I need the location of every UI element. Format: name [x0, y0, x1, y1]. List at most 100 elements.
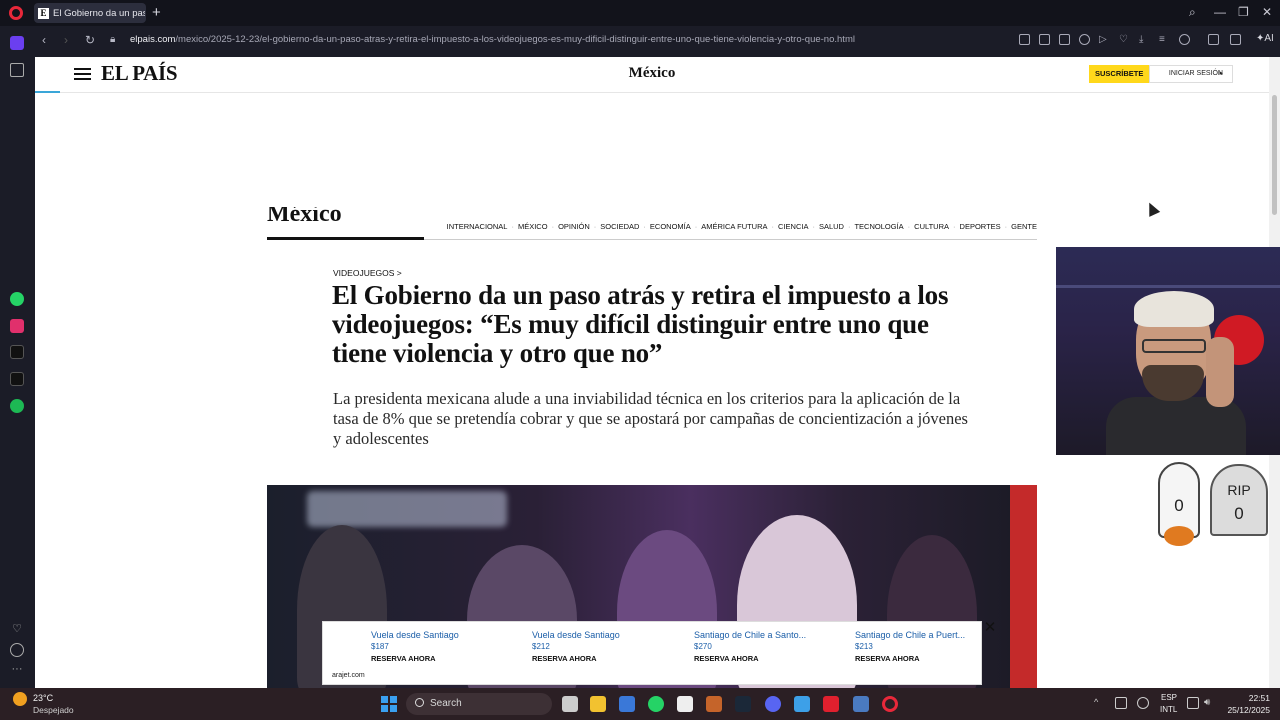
ad-item-cta[interactable]: RESERVA AHORA — [532, 654, 682, 663]
ad-source[interactable]: arajet.com — [332, 672, 365, 679]
aria-ai-button[interactable]: ✦AI — [1256, 33, 1274, 44]
ai-label: AI — [1264, 33, 1274, 44]
tray-sync-icon[interactable] — [1115, 697, 1127, 709]
new-tab-plus-icon[interactable]: + — [152, 5, 161, 20]
browser-tab[interactable]: E El Gobierno da un paso atrás — [34, 3, 146, 23]
taskbar-search[interactable]: Search — [406, 693, 552, 715]
section-nav-item[interactable]: ECONOMÍA — [650, 222, 691, 231]
tray-language[interactable]: ESP — [1161, 693, 1177, 702]
section-nav-item[interactable]: CIENCIA — [778, 222, 808, 231]
edit-icon[interactable] — [1039, 34, 1050, 45]
whatsapp-taskbar-icon[interactable] — [648, 696, 664, 712]
section-nav-item[interactable]: OPINIÓN — [558, 222, 590, 231]
ad-item[interactable]: Santiago de Chile a Santo... $270 RESERV… — [694, 630, 814, 663]
media-player-icon[interactable] — [823, 696, 839, 712]
paint-icon[interactable] — [794, 696, 810, 712]
app-icon[interactable] — [706, 696, 722, 712]
tray-expand-icon[interactable]: ^ — [1094, 697, 1106, 709]
ad-item-cta[interactable]: RESERVA AHORA — [855, 654, 975, 663]
camera-icon[interactable] — [1059, 34, 1070, 45]
more-dots-icon[interactable]: ··· — [10, 664, 24, 678]
sidebar-panel-icon[interactable] — [1208, 34, 1219, 45]
clock-time[interactable]: 22:51 — [1234, 693, 1270, 703]
tiktok-icon[interactable] — [10, 345, 24, 359]
reload-icon[interactable]: ↻ — [85, 33, 95, 47]
file-explorer-icon[interactable] — [590, 696, 606, 712]
edition-title[interactable]: México — [35, 65, 1269, 82]
nav-separator: · — [593, 222, 597, 231]
dropdown-arrow-icon: ▸ — [1219, 70, 1223, 77]
ad-item[interactable]: Vuela desde Santiago $212 RESERVA AHORA — [532, 630, 682, 663]
tab-search-icon[interactable]: ⌕ — [1189, 5, 1196, 20]
star-icon[interactable] — [10, 63, 24, 77]
cam-hand — [1206, 337, 1234, 407]
section-nav-item[interactable]: SALUD — [819, 222, 844, 231]
x-twitter-icon[interactable] — [10, 372, 24, 386]
ad-item-cta[interactable]: RESERVA AHORA — [371, 654, 521, 663]
address-toolbar: ‹ › ↻ 🔒︎ elpais.com/mexico/2025-12-23/el… — [34, 26, 1280, 54]
app-icon[interactable] — [853, 696, 869, 712]
section-bar: México INTERNACIONAL · MÉXICO · OPINIÓN · SOCI… — [267, 207, 1037, 241]
maximize-icon[interactable]: ❐ — [1238, 5, 1249, 19]
section-nav-item[interactable]: AMÉRICA FUTURA — [701, 222, 767, 231]
url-field[interactable]: elpais.com/mexico/2025-12-23/el-gobierno… — [130, 34, 855, 45]
menu-icon[interactable]: ≡ — [1159, 34, 1170, 45]
minimize-icon[interactable]: — — [1214, 5, 1226, 19]
section-nav-item[interactable]: MÉXICO — [518, 222, 548, 231]
ad-close-icon[interactable]: ✕ — [983, 620, 997, 635]
lock-icon[interactable]: 🔒︎ — [110, 34, 115, 45]
task-view-icon[interactable] — [562, 696, 578, 712]
section-nav-item[interactable]: CULTURA — [914, 222, 949, 231]
close-window-icon[interactable]: ✕ — [1262, 5, 1272, 19]
tray-network-icon[interactable] — [1187, 697, 1199, 709]
shield-icon[interactable] — [1079, 34, 1090, 45]
section-nav-item[interactable]: TECNOLOGÍA — [854, 222, 903, 231]
steam-icon[interactable] — [735, 696, 751, 712]
ad-item-price: $212 — [532, 642, 550, 651]
outlook-icon[interactable] — [619, 696, 635, 712]
tray-keyboard-layout[interactable]: INTL — [1160, 705, 1177, 714]
heart-icon[interactable]: ♡ — [1119, 34, 1130, 45]
login-label: INICIAR SESIÓN — [1168, 70, 1223, 77]
weather-temp[interactable]: 23°C — [33, 693, 53, 703]
whatsapp-icon[interactable] — [10, 292, 24, 306]
weather-desc[interactable]: Despejado — [33, 705, 74, 715]
tomb-count: 0 — [1234, 504, 1244, 523]
section-nav-item[interactable]: GENTE — [1011, 222, 1037, 231]
ad-banner[interactable]: Vuela desde Santiago $187 RESERVA AHORA … — [322, 621, 982, 685]
back-icon[interactable]: ‹ — [42, 33, 46, 47]
capcut-icon[interactable] — [677, 696, 693, 712]
opera-logo-icon[interactable] — [9, 6, 23, 20]
section-nav-item[interactable]: SOCIEDAD — [600, 222, 639, 231]
section-nav-item[interactable]: INTERNACIONAL — [447, 222, 508, 231]
extensions-icon[interactable] — [1230, 34, 1241, 45]
ad-item[interactable]: Santiago de Chile a Puert... $213 RESERV… — [855, 630, 975, 663]
history-clock-icon[interactable] — [10, 643, 24, 657]
section-name[interactable]: México — [267, 207, 342, 225]
play-icon[interactable]: ▷ — [1099, 34, 1110, 45]
windows-start-icon[interactable] — [381, 696, 397, 712]
download-icon[interactable]: ⤓ — [1139, 34, 1150, 45]
instagram-icon[interactable] — [10, 319, 24, 333]
tray-mic-icon[interactable] — [1137, 697, 1149, 709]
cam-glasses — [1142, 339, 1206, 353]
scroll-thumb[interactable] — [1272, 95, 1277, 215]
section-nav-item[interactable]: DEPORTES — [960, 222, 1001, 231]
login-button[interactable]: INICIAR SESIÓN ▸ — [1149, 65, 1233, 83]
reader-icon[interactable] — [1019, 34, 1030, 45]
favorites-heart-icon[interactable]: ♡ — [10, 622, 24, 636]
profile-icon[interactable] — [1179, 34, 1190, 45]
subscribe-button[interactable]: SUSCRÍBETE — [1089, 65, 1150, 83]
tray-volume-icon[interactable]: 🔊︎ — [1204, 697, 1216, 709]
forward-icon[interactable]: › — [64, 33, 68, 47]
section-nav: INTERNACIONAL · MÉXICO · OPINIÓN · SOCIEDAD · EC… — [447, 222, 1037, 231]
ad-item-cta[interactable]: RESERVA AHORA — [694, 654, 814, 663]
home-icon[interactable] — [10, 36, 24, 50]
opera-taskbar-icon[interactable] — [882, 696, 898, 712]
spotify-icon[interactable] — [10, 399, 24, 413]
ad-item[interactable]: Vuela desde Santiago $187 RESERVA AHORA — [371, 630, 521, 663]
weather-icon[interactable] — [13, 692, 27, 706]
discord-icon[interactable] — [765, 696, 781, 712]
article-kicker[interactable]: VIDEOJUEGOS > — [333, 268, 402, 278]
clock-date[interactable]: 25/12/2025 — [1224, 705, 1270, 715]
